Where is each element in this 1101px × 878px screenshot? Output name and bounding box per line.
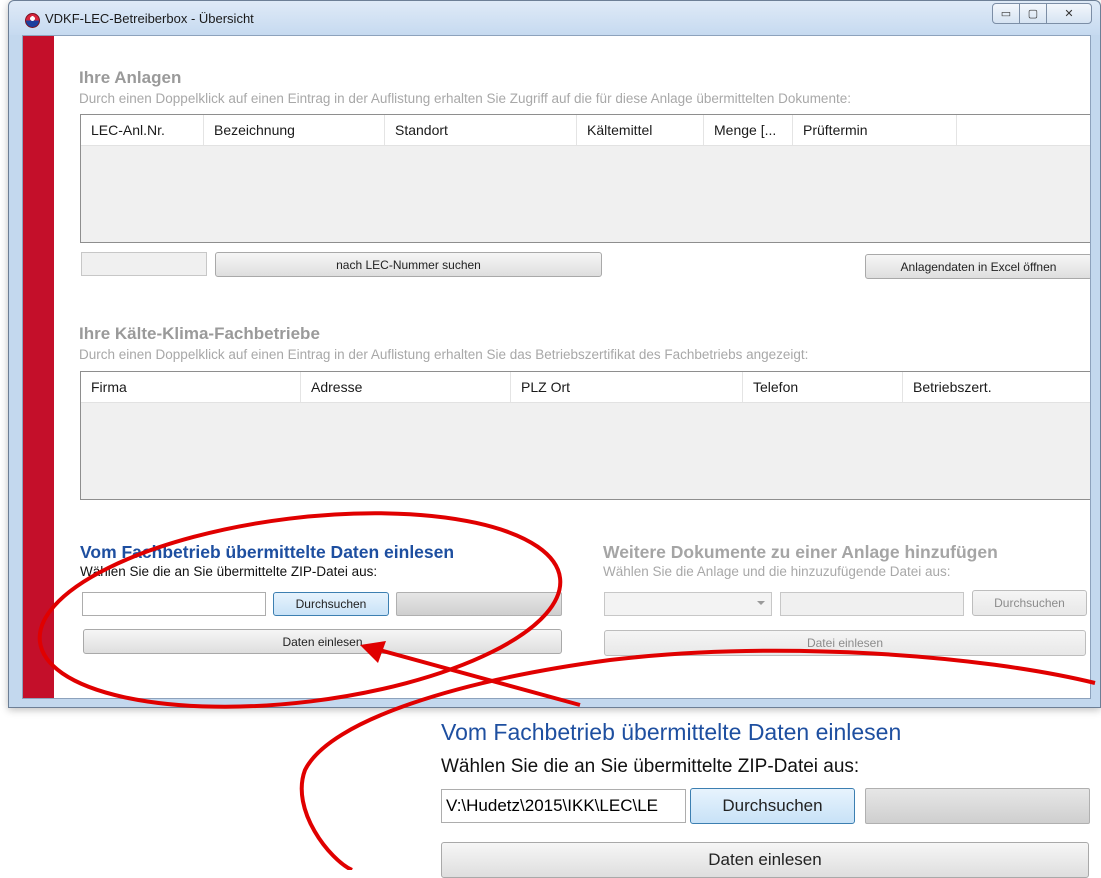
zoom-browse-button[interactable]: Durchsuchen — [690, 788, 855, 824]
zoom-progress-bar — [865, 788, 1090, 824]
zoom-read-data-button[interactable]: Daten einlesen — [441, 842, 1089, 878]
zoom-import-description: Wählen Sie die an Sie übermittelte ZIP-D… — [441, 756, 860, 777]
zoom-callout: Vom Fachbetrieb übermittelte Daten einle… — [0, 0, 1101, 878]
zoom-zip-file-input[interactable]: V:\Hudetz\2015\IKK\LEC\LE — [441, 789, 686, 823]
zoom-import-title: Vom Fachbetrieb übermittelte Daten einle… — [441, 719, 902, 745]
